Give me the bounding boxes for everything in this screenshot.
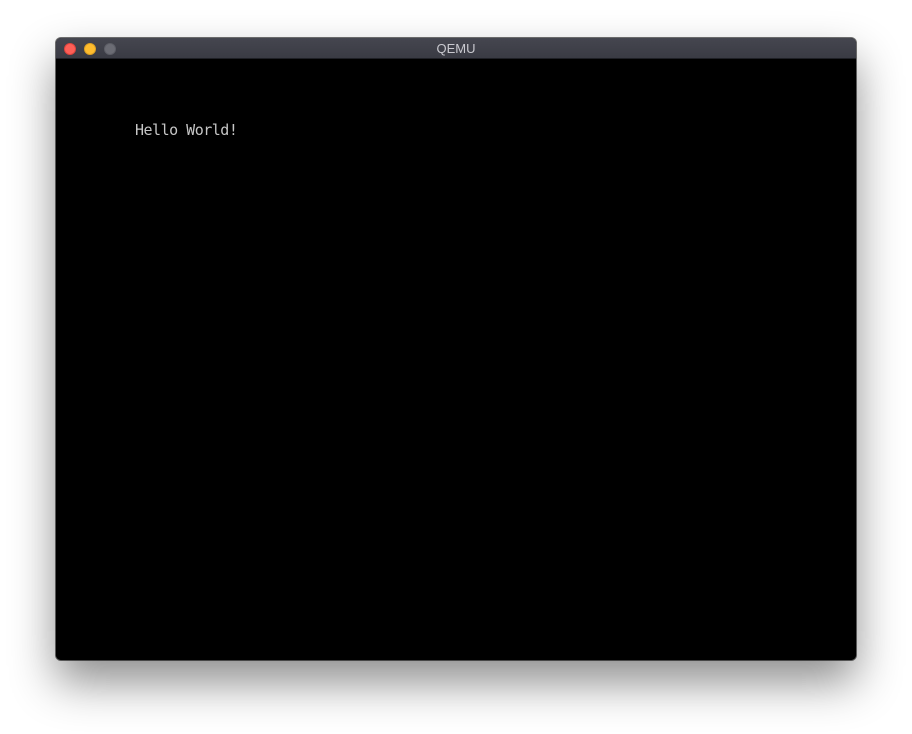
screen-text: Hello World!	[135, 121, 238, 139]
window-title: QEMU	[436, 41, 476, 56]
emulator-screen[interactable]: Hello World!	[56, 59, 856, 660]
window-titlebar[interactable]: QEMU	[56, 38, 856, 59]
qemu-window: QEMU Hello World!	[56, 38, 856, 660]
